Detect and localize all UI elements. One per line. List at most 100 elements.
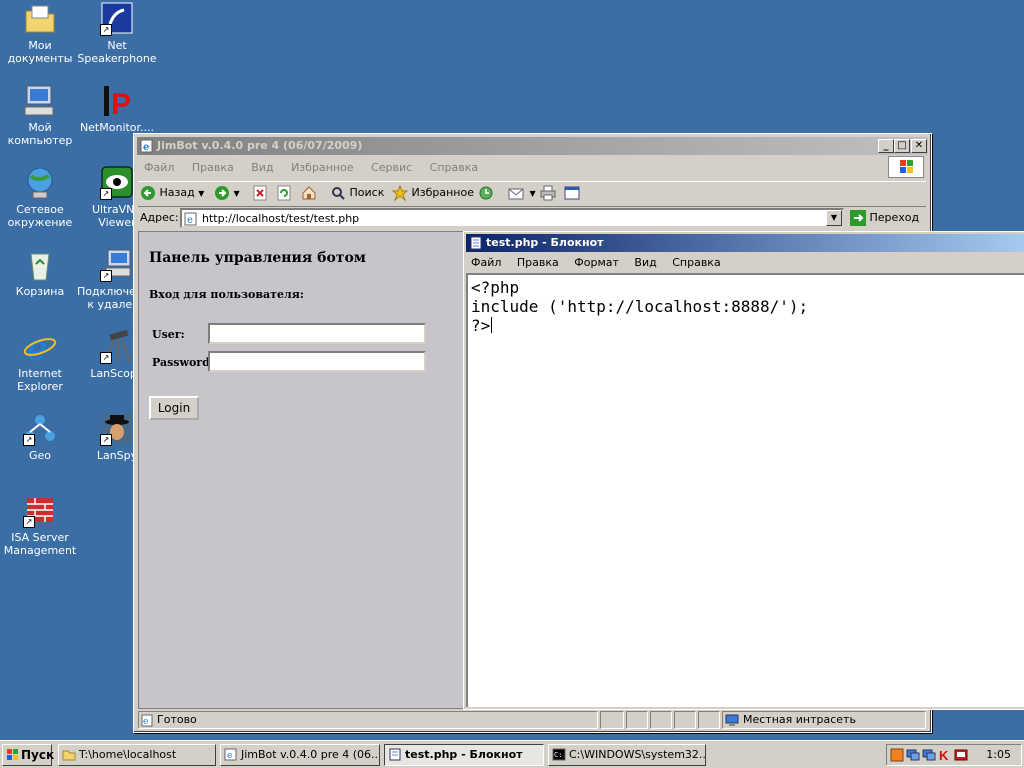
- desktop-icon-geo[interactable]: ↗ Geo: [0, 412, 80, 462]
- browser-toolbar: Назад ▼ ▼ Поиск Избранное ▼: [138, 181, 926, 207]
- tray-monitor-icon[interactable]: [954, 748, 968, 762]
- notepad-menu-view[interactable]: Вид: [634, 256, 656, 269]
- system-tray: K 1:05: [886, 744, 1022, 766]
- edit-page-icon: [564, 186, 580, 200]
- print-button[interactable]: [540, 182, 556, 204]
- notepad-menu-help[interactable]: Справка: [672, 256, 720, 269]
- browser-statusbar: e Готово Местная интрасеть: [138, 711, 926, 729]
- remote-desktop-icon: ↗: [100, 248, 134, 282]
- svg-text:K: K: [939, 748, 949, 762]
- svg-text:C:: C:: [554, 751, 562, 759]
- browser-titlebar[interactable]: e JimBot v.0.4.0 pre 4 (06/07/2009) _ □ …: [137, 137, 928, 155]
- desktop-icon-recycle-bin[interactable]: Корзина: [0, 248, 80, 298]
- back-arrow-icon: [141, 186, 155, 200]
- shortcut-arrow-icon: ↗: [100, 352, 112, 364]
- address-dropdown-icon[interactable]: ▼: [826, 210, 842, 226]
- desktop-icon-network[interactable]: Сетевое окружение: [0, 166, 80, 229]
- shortcut-arrow-icon: ↗: [100, 434, 112, 446]
- menu-edit[interactable]: Правка: [192, 161, 234, 174]
- menu-favorites[interactable]: Избранное: [291, 161, 353, 174]
- refresh-button[interactable]: [276, 182, 292, 204]
- folder-documents-icon: [23, 2, 57, 36]
- home-button[interactable]: [301, 182, 317, 204]
- menu-tools[interactable]: Сервис: [371, 161, 412, 174]
- notepad-menubar: Файл Правка Формат Вид Справка: [471, 253, 733, 273]
- svg-text:e: e: [143, 717, 148, 727]
- search-button[interactable]: Поиск: [330, 182, 384, 204]
- desktop-icon-internet-explorer[interactable]: e Internet Explorer: [0, 329, 80, 393]
- ie-page-icon: e: [224, 748, 237, 761]
- stop-icon: [253, 185, 267, 201]
- speakerphone-icon: ↗: [100, 2, 134, 36]
- console-icon: C:: [552, 748, 566, 761]
- mail-dropdown-icon[interactable]: ▼: [530, 189, 536, 198]
- back-dropdown-icon[interactable]: ▼: [198, 189, 204, 198]
- address-input[interactable]: e http://localhost/test/test.php ▼: [180, 208, 844, 228]
- desktop-icon-my-documents[interactable]: Мои документы: [0, 2, 80, 65]
- minimize-button[interactable]: _: [878, 139, 894, 153]
- forward-dropdown-icon[interactable]: ▼: [234, 189, 240, 198]
- ie-icon: e: [23, 329, 57, 369]
- windows-flag-icon: [7, 749, 18, 760]
- favorites-button[interactable]: Избранное: [391, 182, 474, 204]
- zone-panel: Местная интрасеть: [722, 711, 926, 729]
- notepad-titlebar[interactable]: test.php - Блокнот: [466, 234, 1024, 252]
- task-notepad[interactable]: test.php - Блокнот: [384, 744, 544, 766]
- folder-icon: [62, 750, 76, 761]
- tray-kaspersky-icon[interactable]: K: [938, 748, 952, 762]
- ie-page-icon: e: [140, 139, 154, 153]
- tray-network-icon[interactable]: [906, 748, 920, 762]
- network-icon: [23, 166, 57, 200]
- close-button[interactable]: ✕: [911, 139, 927, 153]
- svg-text:e: e: [143, 142, 149, 153]
- mail-button[interactable]: ▼: [508, 182, 536, 204]
- desktop-icon-net-speakerphone[interactable]: ↗ Net Speakerphone: [77, 2, 157, 65]
- desktop-icon-isa-server[interactable]: ↗ ISA Server Management: [0, 494, 80, 557]
- status-panel-empty-4: [674, 711, 696, 729]
- tray-app-icon[interactable]: [890, 748, 904, 762]
- password-input[interactable]: [208, 351, 426, 372]
- history-button[interactable]: [478, 182, 494, 204]
- page-icon: e: [184, 212, 197, 226]
- maximize-button[interactable]: □: [894, 139, 910, 153]
- menu-view[interactable]: Вид: [251, 161, 273, 174]
- task-cmd[interactable]: C: C:\WINDOWS\system32...: [548, 744, 706, 766]
- shortcut-arrow-icon: ↗: [23, 434, 35, 446]
- page-subheading: Вход для пользователя:: [149, 288, 304, 301]
- go-button[interactable]: Переход: [850, 208, 919, 228]
- search-icon: [332, 187, 345, 200]
- login-button[interactable]: Login: [149, 396, 199, 420]
- forward-button[interactable]: ▼: [214, 182, 240, 204]
- print-icon: [540, 185, 556, 201]
- taskbar: Пуск T:\home\localhost e JimBot v.0.4.0 …: [0, 740, 1024, 768]
- browser-title: JimBot v.0.4.0 pre 4 (06/07/2009): [157, 139, 363, 152]
- refresh-icon: [277, 185, 291, 201]
- start-button[interactable]: Пуск: [2, 744, 54, 766]
- notepad-title: test.php - Блокнот: [486, 236, 604, 249]
- code-line-2: include ('http://localhost:8888/');: [471, 297, 809, 316]
- user-input[interactable]: [208, 323, 426, 344]
- menu-file[interactable]: Файл: [144, 161, 174, 174]
- status-panel-empty-1: [600, 711, 624, 729]
- code-line-3: ?>: [471, 316, 493, 335]
- notepad-menu-file[interactable]: Файл: [471, 256, 501, 269]
- clock[interactable]: 1:05: [986, 748, 1011, 761]
- desktop-icon-netmonitor[interactable]: P NetMonitor....: [77, 84, 157, 134]
- task-explorer-folder[interactable]: T:\home\localhost: [58, 744, 216, 766]
- shortcut-arrow-icon: ↗: [23, 516, 35, 528]
- notepad-textarea[interactable]: <?php include ('http://localhost:8888/')…: [466, 273, 1024, 707]
- notepad-menu-format[interactable]: Формат: [574, 256, 619, 269]
- forward-arrow-icon: [215, 186, 229, 200]
- tray-network2-icon[interactable]: [922, 748, 936, 762]
- desktop-icon-my-computer[interactable]: Мой компьютер: [0, 84, 80, 147]
- menu-help[interactable]: Справка: [430, 161, 478, 174]
- stop-button[interactable]: [252, 182, 268, 204]
- notepad-window[interactable]: test.php - Блокнот Файл Правка Формат Ви…: [463, 231, 1024, 710]
- isa-server-icon: ↗: [23, 494, 57, 528]
- shortcut-arrow-icon: ↗: [100, 270, 112, 282]
- password-label: Password:: [152, 356, 214, 369]
- back-button[interactable]: Назад ▼: [140, 182, 204, 204]
- notepad-menu-edit[interactable]: Правка: [517, 256, 559, 269]
- task-jimbot-browser[interactable]: e JimBot v.0.4.0 pre 4 (06...: [220, 744, 380, 766]
- edit-button[interactable]: [564, 182, 580, 204]
